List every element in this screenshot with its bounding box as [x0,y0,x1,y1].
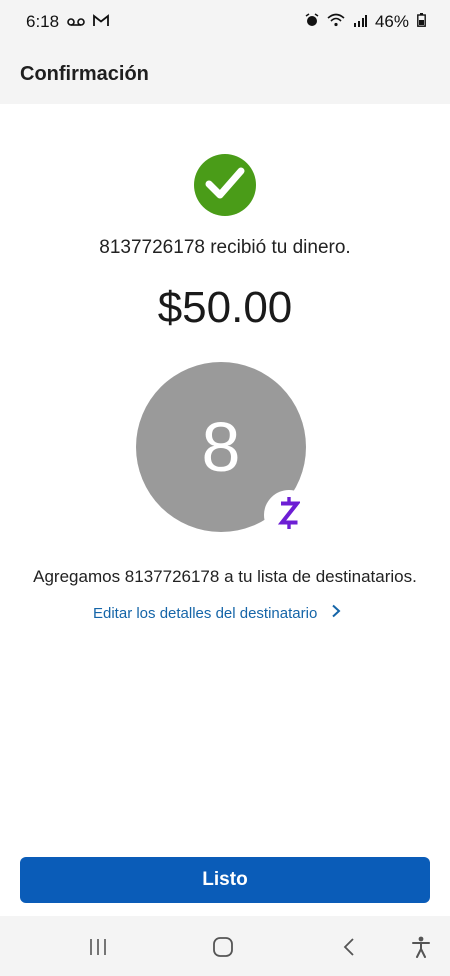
signal-icon [353,12,367,32]
zelle-icon [277,496,302,535]
check-icon [205,166,245,205]
battery-icon [417,12,426,32]
accessibility-icon[interactable] [406,932,436,962]
home-icon[interactable] [208,932,238,962]
status-bar: 6:18 46% [0,0,450,44]
page-title: Confirmación [20,62,149,85]
voicemail-icon [67,12,85,32]
alarm-icon [305,12,319,32]
added-recipient-note: Agregamos 8137726178 a tu lista de desti… [33,567,417,586]
status-right: 46% [305,12,426,32]
avatar-initial: 8 [201,408,241,486]
recents-icon[interactable] [83,932,113,962]
battery-text: 46% [374,12,409,31]
status-time: 6:18 [26,12,60,31]
done-button[interactable]: Listo [20,857,430,903]
app-header: Confirmación [0,44,450,104]
edit-recipient-link[interactable]: Editar los detalles del destinatario [93,601,341,625]
status-left: 6:18 [26,12,109,32]
back-icon[interactable] [334,932,364,962]
amount: $50.00 [157,283,293,332]
chevron-right-icon [331,604,341,622]
edit-recipient-label: Editar los detalles del destinatario [93,604,318,622]
wifi-icon [327,12,345,32]
zelle-badge [264,490,314,540]
success-check [194,154,256,216]
system-nav-bar [0,916,450,976]
received-message: 8137726178 recibió tu dinero. [99,237,351,258]
gmail-icon [93,12,109,32]
